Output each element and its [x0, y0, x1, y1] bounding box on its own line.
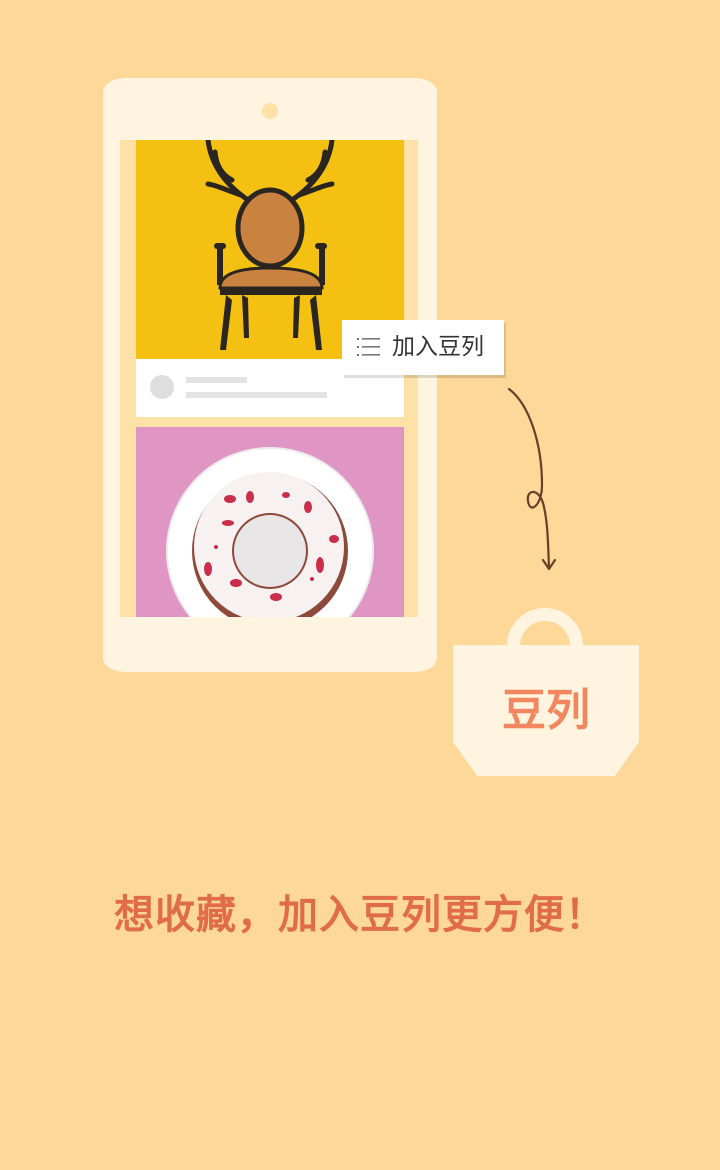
add-to-doulist-label: 加入豆列 — [392, 334, 484, 360]
phone-illustration — [103, 78, 437, 672]
list-icon — [357, 338, 380, 356]
curved-arrow-icon — [507, 387, 557, 571]
title-placeholder — [186, 377, 247, 383]
donut-image — [166, 447, 374, 617]
bag-label: 豆列 — [502, 685, 590, 736]
tagline: 想收藏，加入豆列更方便！ — [114, 892, 606, 938]
phone-screen — [120, 140, 418, 617]
add-to-doulist-popup[interactable]: 加入豆列 — [342, 320, 504, 375]
feed-card-chair[interactable] — [136, 140, 404, 417]
subtitle-placeholder — [186, 392, 327, 398]
feed-card-donut[interactable] — [136, 427, 404, 617]
phone-camera — [262, 103, 278, 119]
tote-bag-icon: 豆列 — [453, 608, 639, 776]
avatar-placeholder — [150, 375, 174, 399]
